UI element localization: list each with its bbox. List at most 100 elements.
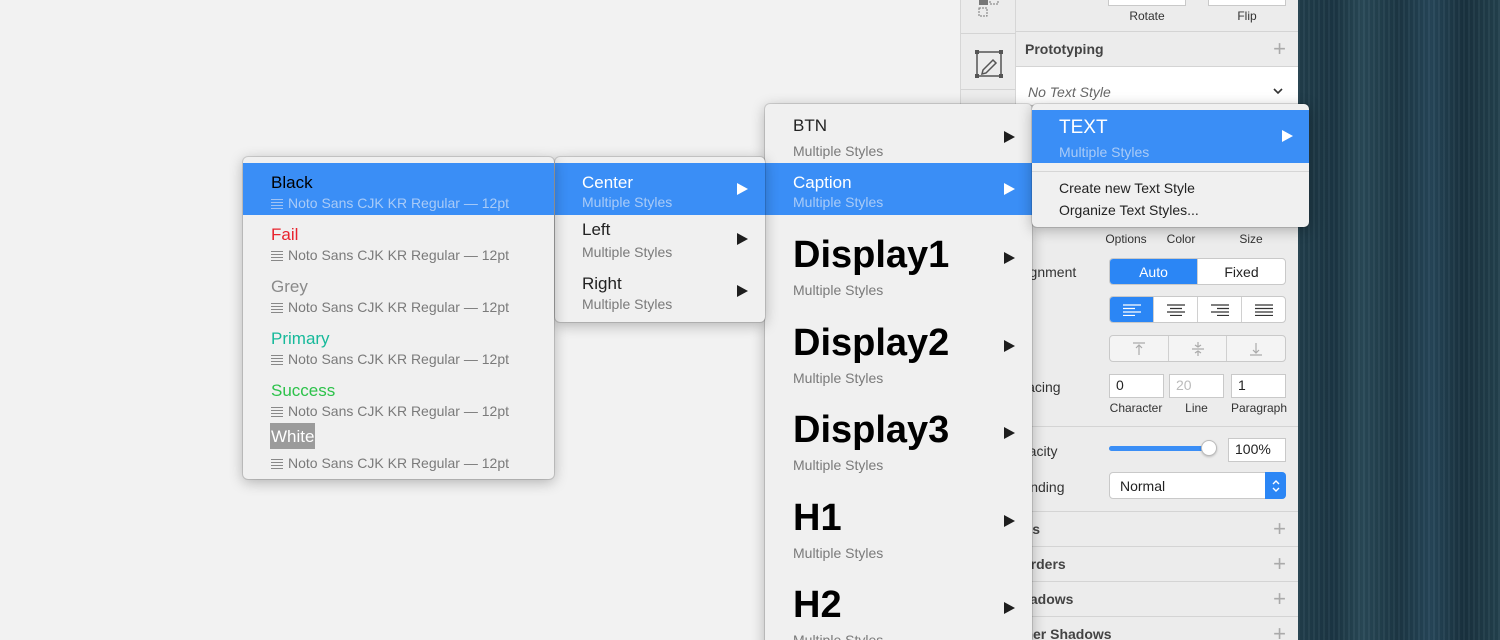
organize-text-styles-item[interactable]: Organize Text Styles...: [1032, 200, 1309, 221]
align-icon: [978, 0, 998, 16]
menu-item-grey[interactable]: Grey Noto Sans CJK KR Regular — 12pt: [243, 267, 554, 319]
menu-item-label: Caption: [793, 173, 852, 192]
submenu-arrow-icon: [1282, 130, 1293, 142]
text-lines-icon: [271, 407, 283, 417]
align-right-button[interactable]: [1198, 297, 1242, 322]
submenu-arrow-icon: [1004, 183, 1015, 195]
align-center-button[interactable]: [1154, 297, 1198, 322]
menu-item-btn[interactable]: BTN Multiple Styles: [765, 104, 1032, 163]
edit-tool-button[interactable]: [961, 38, 1016, 90]
text-styles-submenu: BTN Multiple Styles Caption Multiple Sty…: [765, 104, 1032, 640]
opacity-slider-fill: [1109, 446, 1209, 451]
fills-section[interactable]: Fills +: [1016, 511, 1298, 546]
flip-field[interactable]: [1208, 0, 1286, 6]
align-bottom-icon: [1250, 342, 1263, 356]
menu-item-left[interactable]: Left Multiple Styles: [555, 215, 765, 267]
menu-item-display3[interactable]: Display3 Multiple Styles: [765, 399, 1032, 483]
transform-icon: [974, 49, 1003, 78]
submenu-arrow-icon: [1004, 602, 1015, 614]
color-label: Color: [1166, 232, 1196, 246]
menu-item-sub: Multiple Styles: [793, 282, 884, 298]
menu-item-label: H2: [793, 584, 842, 626]
menu-item-sub: Multiple Styles: [582, 244, 673, 260]
add-inner-shadow-icon[interactable]: +: [1273, 623, 1286, 640]
menu-item-sub-text: Noto Sans CJK KR Regular — 12pt: [288, 455, 509, 471]
borders-section[interactable]: Borders +: [1016, 546, 1298, 581]
align-top-icon: [1132, 341, 1145, 355]
menu-item-label: White: [270, 423, 316, 449]
menu-item-center[interactable]: Center Multiple Styles: [555, 163, 765, 215]
blending-value: Normal: [1120, 478, 1166, 494]
menu-item-display2[interactable]: Display2 Multiple Styles: [765, 312, 1032, 396]
text-style-placeholder: No Text Style: [1028, 84, 1111, 100]
add-icon[interactable]: +: [1273, 38, 1286, 60]
menu-separator: [1032, 171, 1309, 172]
add-fill-icon[interactable]: +: [1273, 518, 1286, 540]
menu-item-label: Success: [271, 381, 336, 400]
menu-item-label: H1: [793, 497, 842, 539]
menu-item-text[interactable]: TEXT Multiple Styles: [1032, 110, 1309, 163]
shadows-section[interactable]: Shadows +: [1016, 581, 1298, 616]
character-label: Character: [1109, 401, 1163, 415]
size-label: Size: [1239, 232, 1263, 246]
text-align-segmented: [1109, 296, 1286, 323]
menu-item-h1[interactable]: H1 Multiple Styles: [765, 487, 1032, 571]
color-styles-submenu: Black Noto Sans CJK KR Regular — 12pt Fa…: [243, 157, 554, 479]
alignment-fixed-button[interactable]: Fixed: [1198, 259, 1285, 284]
opacity-field[interactable]: 100%: [1228, 438, 1286, 462]
flip-label: Flip: [1237, 9, 1257, 23]
opacity-slider-knob[interactable]: [1201, 440, 1217, 456]
menu-item-label: Center: [582, 173, 634, 192]
menu-item-sub-text: Noto Sans CJK KR Regular — 12pt: [288, 299, 509, 315]
menu-item-label: Fail: [271, 225, 299, 244]
create-text-style-item[interactable]: Create new Text Style: [1032, 178, 1309, 199]
menu-item-sub: Multiple Styles: [582, 194, 673, 210]
menu-item-label: BTN: [793, 116, 827, 135]
submenu-arrow-icon: [737, 285, 748, 297]
submenu-arrow-icon: [1004, 427, 1015, 439]
rotate-field[interactable]: [1108, 0, 1186, 6]
menu-item-fail[interactable]: Fail Noto Sans CJK KR Regular — 12pt: [243, 215, 554, 267]
character-spacing-field[interactable]: 0: [1109, 374, 1164, 398]
menu-item-sub: Multiple Styles: [793, 370, 884, 386]
menu-item-display1[interactable]: Display1 Multiple Styles: [765, 224, 1032, 308]
text-lines-icon: [271, 251, 283, 261]
add-border-icon[interactable]: +: [1273, 553, 1286, 575]
blending-select[interactable]: Normal: [1109, 472, 1286, 499]
menu-item-sub: Noto Sans CJK KR Regular — 12pt: [271, 403, 509, 419]
rotate-label: Rotate: [1129, 9, 1165, 23]
add-shadow-icon[interactable]: +: [1273, 588, 1286, 610]
menu-item-sub: Multiple Styles: [793, 457, 884, 473]
align-tool-button[interactable]: [961, 0, 1016, 34]
opacity-slider[interactable]: [1109, 440, 1217, 456]
menu-item-caption[interactable]: Caption Multiple Styles: [765, 163, 1032, 215]
paragraph-spacing-field[interactable]: 1: [1231, 374, 1286, 398]
inner-shadows-section[interactable]: Inner Shadows +: [1016, 616, 1298, 640]
menu-item-label: Display2: [793, 322, 950, 364]
align-left-button[interactable]: [1110, 297, 1154, 322]
prototyping-section[interactable]: Prototyping +: [1016, 31, 1298, 66]
menu-item-label: Primary: [271, 329, 330, 348]
divider: [1016, 426, 1298, 427]
menu-item-sub: Noto Sans CJK KR Regular — 12pt: [271, 195, 509, 211]
menu-item-h2[interactable]: H2 Multiple Styles: [765, 574, 1032, 640]
menu-item-label: Black: [271, 173, 313, 192]
align-middle-button[interactable]: [1169, 336, 1228, 361]
menu-item-right[interactable]: Right Multiple Styles: [555, 267, 765, 319]
align-bottom-button[interactable]: [1227, 336, 1285, 361]
line-height-field[interactable]: 20: [1169, 374, 1224, 398]
align-top-button[interactable]: [1110, 336, 1169, 361]
align-middle-icon: [1191, 341, 1204, 356]
menu-item-label: Right: [582, 274, 622, 293]
text-style-select[interactable]: No Text Style: [1016, 66, 1298, 106]
alignment-submenu: Center Multiple Styles Left Multiple Sty…: [555, 157, 765, 322]
menu-item-label: Left: [582, 220, 611, 239]
align-left-icon: [1122, 303, 1141, 316]
menu-item-success[interactable]: Success Noto Sans CJK KR Regular — 12pt: [243, 371, 554, 423]
menu-item-sub: Multiple Styles: [582, 296, 673, 312]
align-justify-button[interactable]: [1242, 297, 1285, 322]
menu-item-white[interactable]: White Noto Sans CJK KR Regular — 12pt: [243, 423, 554, 475]
menu-item-black[interactable]: Black Noto Sans CJK KR Regular — 12pt: [243, 163, 554, 215]
alignment-auto-button[interactable]: Auto: [1110, 259, 1198, 284]
menu-item-primary[interactable]: Primary Noto Sans CJK KR Regular — 12pt: [243, 319, 554, 371]
